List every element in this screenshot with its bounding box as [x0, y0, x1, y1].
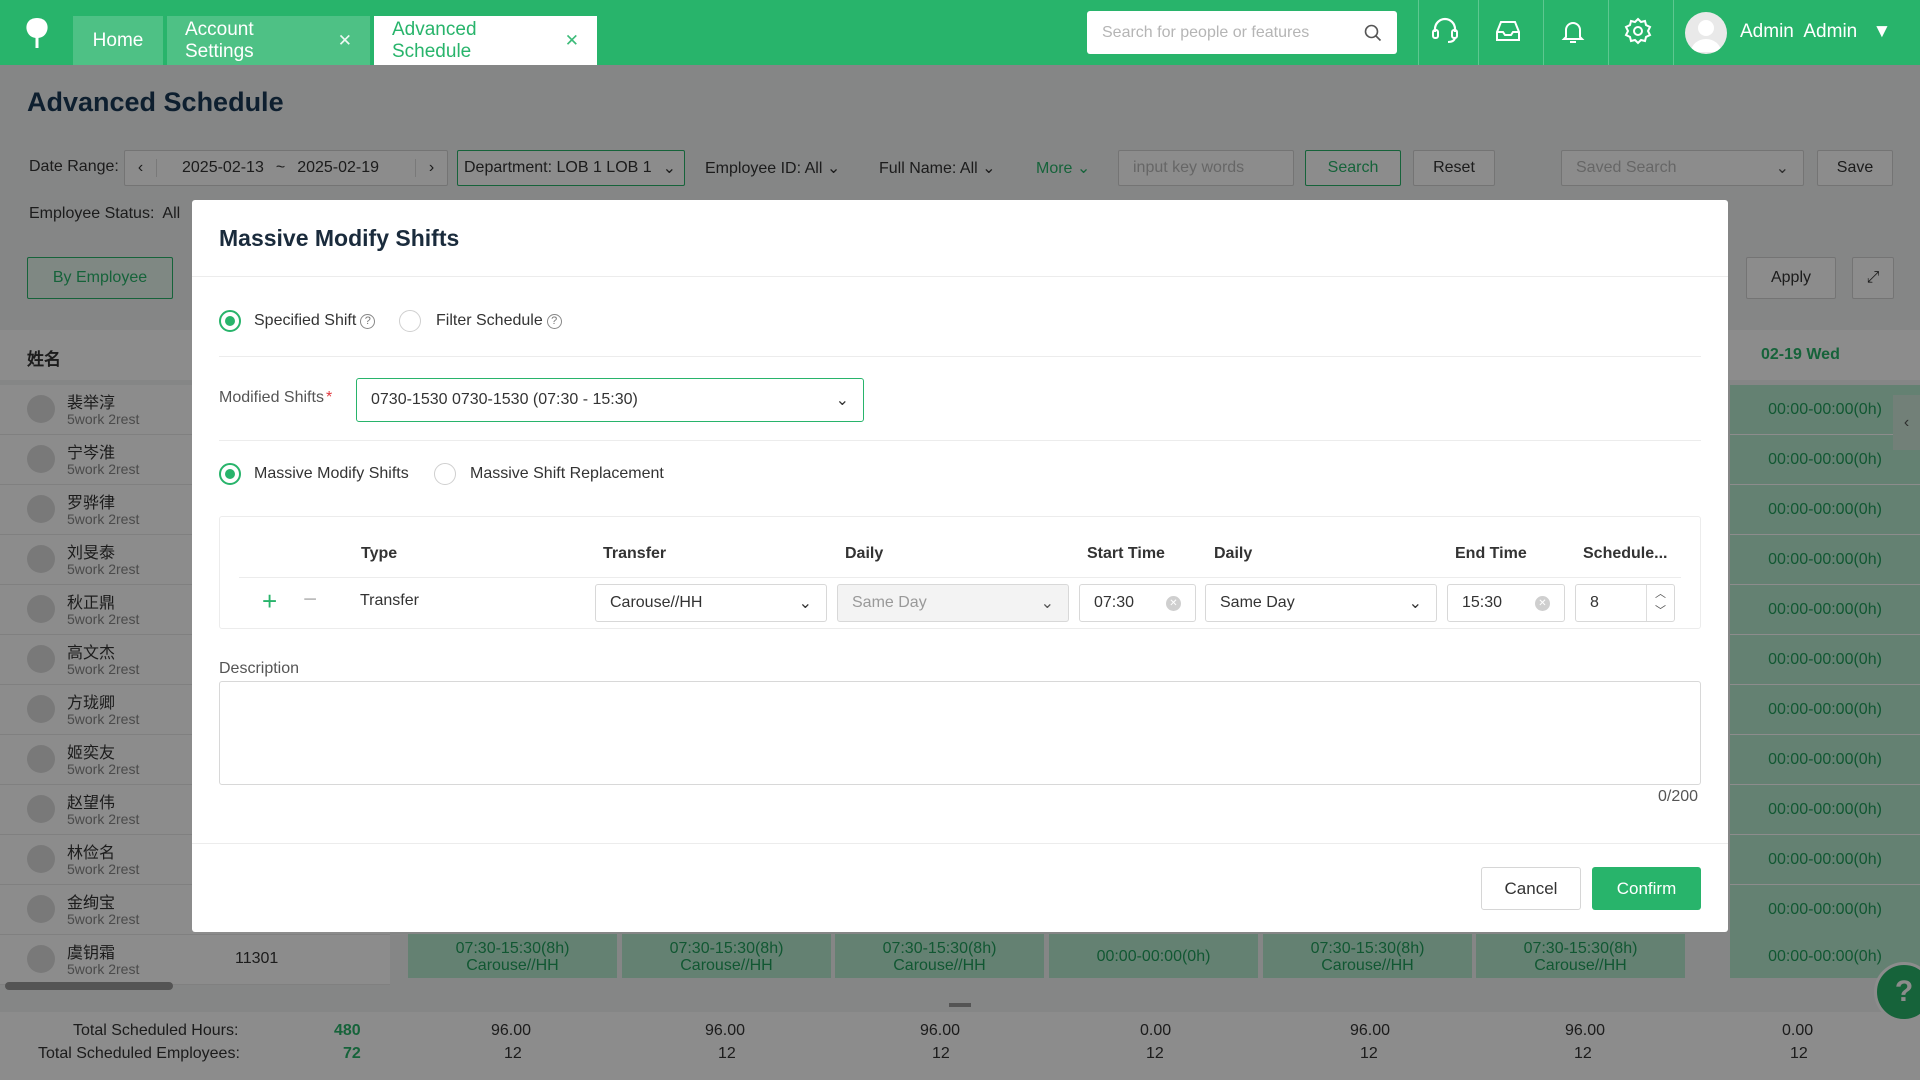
- massive-modify-shifts-dialog: Massive Modify Shifts Specified Shift ? …: [192, 200, 1728, 932]
- end-time-value: 15:30: [1462, 594, 1503, 611]
- clear-icon[interactable]: ✕: [1166, 595, 1181, 611]
- schedule-hours-value: 8: [1590, 594, 1599, 611]
- filter-schedule-radio[interactable]: [399, 310, 421, 332]
- user-last-name: Admin: [1803, 21, 1858, 42]
- start-time-input[interactable]: 07:30 ✕: [1079, 584, 1196, 622]
- chevron-down-icon: ⌄: [1040, 595, 1054, 612]
- schedule-hours-stepper[interactable]: 8 ︿ ﹀: [1575, 584, 1675, 622]
- cancel-button[interactable]: Cancel: [1481, 867, 1581, 910]
- column-header-end-time: End Time: [1455, 545, 1527, 562]
- filter-schedule-label: Filter Schedule: [436, 312, 543, 329]
- divider: [1608, 0, 1609, 65]
- global-search-placeholder: Search for people or features: [1102, 23, 1310, 41]
- chevron-up-icon[interactable]: ︿: [1655, 586, 1666, 603]
- modified-shifts-select[interactable]: 0730-1530 0730-1530 (07:30 - 15:30) ⌄: [356, 378, 864, 422]
- transfer-select[interactable]: Carouse//HH ⌄: [595, 584, 827, 622]
- stepper-controls: ︿ ﹀: [1646, 585, 1674, 621]
- column-header-type: Type: [361, 545, 398, 562]
- clear-icon[interactable]: ✕: [1535, 595, 1550, 611]
- end-time-input[interactable]: 15:30 ✕: [1447, 584, 1565, 622]
- top-bar: Home Account Settings ✕ Advanced Schedule…: [0, 0, 1920, 65]
- filter-schedule-option[interactable]: Filter Schedule ?: [436, 312, 562, 330]
- start-daily-value: Same Day: [852, 594, 927, 611]
- modified-shifts-label: Modified Shifts *: [219, 389, 332, 407]
- tab-account-settings-label: Account Settings: [185, 18, 254, 62]
- close-icon[interactable]: ✕: [565, 31, 579, 51]
- column-header-transfer: Transfer: [603, 545, 667, 562]
- divider: [1478, 0, 1479, 65]
- user-name[interactable]: Admin Admin ▼: [1740, 21, 1891, 43]
- modified-shifts-value: 0730-1530 0730-1530 (07:30 - 15:30): [371, 391, 638, 408]
- divider: [219, 356, 1701, 357]
- divider: [1543, 0, 1544, 65]
- tree-logo-icon[interactable]: [22, 16, 52, 50]
- gear-icon[interactable]: [1621, 14, 1655, 48]
- massive-modify-radio[interactable]: [219, 463, 241, 485]
- divider: [192, 276, 1728, 277]
- tab-advanced-schedule[interactable]: Advanced Schedule ✕: [374, 16, 597, 65]
- headset-icon[interactable]: [1428, 14, 1462, 48]
- description-label: Description: [219, 660, 300, 677]
- specified-shift-radio[interactable]: [219, 310, 241, 332]
- chevron-down-icon: ⌄: [835, 392, 849, 409]
- divider: [192, 843, 1728, 844]
- chevron-down-icon: ⌄: [798, 595, 812, 612]
- shift-replacement-radio[interactable]: [434, 463, 456, 485]
- shift-replacement-option[interactable]: Massive Shift Replacement: [470, 465, 664, 483]
- help-circle-icon[interactable]: ?: [360, 313, 376, 329]
- start-daily-select[interactable]: Same Day ⌄: [837, 584, 1069, 622]
- tab-advanced-schedule-label: Advanced Schedule: [392, 18, 477, 62]
- help-circle-icon[interactable]: ?: [546, 313, 562, 329]
- modified-shifts-label-text: Modified Shifts: [219, 389, 324, 406]
- dialog-title: Massive Modify Shifts: [219, 225, 460, 251]
- inbox-icon[interactable]: [1491, 14, 1525, 48]
- end-daily-select[interactable]: Same Day ⌄: [1205, 584, 1437, 622]
- column-header-schedule-hours: Schedule...: [1583, 545, 1668, 562]
- divider: [219, 440, 1701, 441]
- tab-home[interactable]: Home: [73, 16, 163, 65]
- chevron-down-icon[interactable]: ﹀: [1655, 603, 1666, 620]
- start-time-value: 07:30: [1094, 594, 1135, 611]
- massive-modify-option[interactable]: Massive Modify Shifts: [254, 465, 409, 483]
- column-header-start-daily: Daily: [845, 545, 884, 562]
- avatar[interactable]: [1685, 12, 1727, 54]
- caret-down-icon[interactable]: ▼: [1873, 21, 1892, 42]
- divider: [1673, 0, 1674, 65]
- global-search-input[interactable]: Search for people or features: [1087, 11, 1397, 54]
- column-header-start-time: Start Time: [1087, 545, 1165, 562]
- close-icon[interactable]: ✕: [338, 31, 352, 51]
- add-row-icon[interactable]: +: [262, 588, 277, 614]
- chevron-down-icon: ⌄: [1408, 595, 1422, 612]
- divider: [239, 577, 1681, 578]
- column-header-end-daily: Daily: [1214, 545, 1253, 562]
- specified-shift-option[interactable]: Specified Shift ?: [254, 312, 376, 330]
- tab-home-label: Home: [92, 29, 144, 51]
- end-daily-value: Same Day: [1220, 594, 1295, 611]
- confirm-button[interactable]: Confirm: [1592, 867, 1701, 910]
- remove-row-icon[interactable]: −: [303, 588, 317, 612]
- char-counter: 0/200: [1658, 788, 1699, 805]
- tab-account-settings[interactable]: Account Settings ✕: [167, 16, 370, 65]
- description-textarea[interactable]: [219, 681, 1701, 785]
- row-type: Transfer: [360, 592, 419, 609]
- divider: [1418, 0, 1419, 65]
- user-first-name: Admin: [1740, 21, 1794, 42]
- transfer-value: Carouse//HH: [610, 594, 703, 611]
- search-icon[interactable]: [1364, 24, 1382, 42]
- required-mark: *: [325, 389, 333, 406]
- bell-icon[interactable]: [1556, 14, 1590, 48]
- specified-shift-label: Specified Shift: [254, 312, 357, 329]
